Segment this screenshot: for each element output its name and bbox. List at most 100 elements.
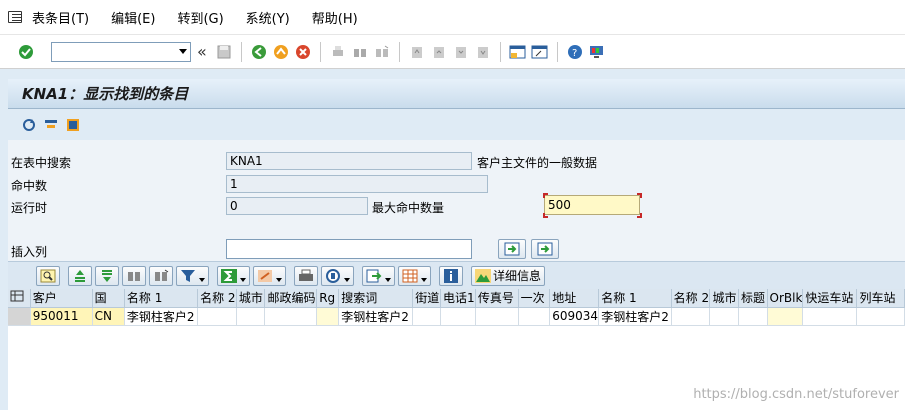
table-header-row: 客户 国 名称 1 名称 2 城市 邮政编码 Rg 搜索词 街道 电话1 传真号…	[8, 289, 905, 308]
table-cell[interactable]	[316, 307, 340, 326]
layout-button[interactable]	[398, 265, 431, 286]
menu-item-goto[interactable]: 转到(G)	[177, 8, 223, 27]
selection-criteria-icon[interactable]	[41, 115, 61, 135]
cancel-icon[interactable]	[293, 42, 313, 62]
table-cell[interactable]	[412, 307, 441, 326]
table-row[interactable]: 950011 CN 李钢柱客户2 李钢柱客户2 609034 李钢柱客户2	[8, 307, 905, 326]
export-button[interactable]	[362, 265, 395, 286]
total-button[interactable]	[217, 265, 250, 286]
column-header[interactable]: 客户	[30, 289, 93, 308]
detail-info-button[interactable]: 详细信息	[471, 265, 546, 286]
print-preview-button[interactable]	[294, 265, 318, 286]
column-header[interactable]: 电话1	[440, 289, 476, 308]
table-cell[interactable]	[475, 307, 519, 326]
filter-button[interactable]	[176, 265, 209, 286]
table-cell[interactable]	[518, 307, 551, 326]
menu-icon[interactable]	[8, 11, 22, 23]
mountain-icon	[475, 268, 491, 283]
column-header[interactable]: 搜索词	[338, 289, 414, 308]
table-cell[interactable]: 950011	[30, 307, 93, 326]
refresh-icon[interactable]	[19, 115, 39, 135]
column-header[interactable]: 地址	[549, 289, 600, 308]
next-page-icon[interactable]	[451, 42, 471, 62]
previous-page-icon[interactable]	[429, 42, 449, 62]
max-hits-input[interactable]: 500	[544, 195, 640, 215]
insert-column-input[interactable]	[226, 239, 472, 259]
table-cell[interactable]: 609034	[549, 307, 600, 326]
column-header[interactable]: 名称 2	[671, 289, 711, 308]
table-cell[interactable]	[767, 307, 804, 326]
select-all-header[interactable]	[8, 289, 31, 308]
views-button[interactable]	[321, 265, 354, 286]
table-cell[interactable]	[856, 307, 905, 326]
column-header[interactable]: 传真号	[475, 289, 519, 308]
insert-column-end-button[interactable]	[531, 239, 559, 259]
column-header[interactable]: 城市	[236, 289, 266, 308]
chevron-down-icon[interactable]	[179, 49, 187, 54]
column-header[interactable]: 快运车站	[802, 289, 858, 308]
double-chevron-left-icon[interactable]: «	[197, 42, 207, 61]
column-header[interactable]: 标题	[738, 289, 768, 308]
table-cell[interactable]	[264, 307, 318, 326]
column-header[interactable]: 名称 1	[124, 289, 199, 308]
binoculars-icon	[128, 271, 140, 281]
column-header[interactable]: 街道	[412, 289, 441, 308]
detail-info-label: 详细信息	[493, 269, 542, 283]
table-cell[interactable]	[671, 307, 711, 326]
layout-grid-icon	[402, 269, 418, 282]
column-header[interactable]: OrBlk	[767, 289, 804, 308]
details-view-button[interactable]	[36, 265, 60, 286]
menu-item-edit[interactable]: 编辑(E)	[111, 8, 155, 27]
table-cell[interactable]	[709, 307, 739, 326]
table-cell[interactable]: 李钢柱客户2	[338, 307, 414, 326]
column-header[interactable]: Rg	[316, 289, 340, 308]
column-header[interactable]: 一次	[518, 289, 551, 308]
subtotal-button[interactable]	[253, 265, 286, 286]
back-icon[interactable]	[249, 42, 269, 62]
table-cell[interactable]	[802, 307, 858, 326]
table-cell[interactable]: CN	[92, 307, 125, 326]
row-selector[interactable]	[8, 307, 31, 326]
command-field[interactable]	[51, 41, 191, 62]
number-of-entries-icon[interactable]	[63, 115, 83, 135]
watermark: https://blog.csdn.net/stuforever	[693, 387, 899, 402]
table-cell[interactable]: 李钢柱客户2	[598, 307, 672, 326]
insert-column-button[interactable]	[498, 239, 526, 259]
information-button[interactable]	[439, 265, 463, 286]
sort-ascending-button[interactable]	[68, 265, 92, 286]
menu-bar: 表条目(T) 编辑(E) 转到(G) 系统(Y) 帮助(H)	[0, 0, 905, 35]
exit-icon[interactable]	[271, 42, 291, 62]
menu-item-system[interactable]: 系统(Y)	[246, 8, 290, 27]
new-session-icon[interactable]	[508, 42, 528, 62]
print-icon[interactable]	[328, 42, 348, 62]
column-header[interactable]: 名称 1	[598, 289, 672, 308]
find-icon[interactable]	[350, 42, 370, 62]
chevron-down-icon	[240, 277, 246, 282]
find-next-icon[interactable]	[372, 42, 392, 62]
column-header[interactable]: 城市	[709, 289, 739, 308]
table-cell[interactable]: 李钢柱客户2	[124, 307, 199, 326]
find-next-button[interactable]	[149, 265, 173, 286]
find-button[interactable]	[122, 265, 146, 286]
search-table-field: KNA1	[226, 152, 472, 170]
column-header[interactable]: 列车站	[856, 289, 905, 308]
last-page-icon[interactable]	[473, 42, 493, 62]
create-shortcut-icon[interactable]	[530, 42, 550, 62]
first-page-icon[interactable]	[407, 42, 427, 62]
table-cell[interactable]	[440, 307, 476, 326]
menu-item-table-entry[interactable]: 表条目(T)	[32, 8, 89, 27]
save-icon[interactable]	[214, 42, 234, 62]
runtime-field: 0	[226, 197, 368, 215]
sort-descending-button[interactable]	[95, 265, 119, 286]
menu-item-help[interactable]: 帮助(H)	[312, 8, 358, 27]
column-header[interactable]: 邮政编码	[264, 289, 318, 308]
table-cell[interactable]	[197, 307, 237, 326]
enter-check-icon[interactable]	[16, 42, 36, 62]
table-cell[interactable]	[236, 307, 266, 326]
page-title-bar: KNA1：显示找到的条目	[8, 79, 905, 109]
help-icon[interactable]: ?	[565, 42, 585, 62]
column-header[interactable]: 名称 2	[197, 289, 237, 308]
customize-layout-icon[interactable]	[587, 42, 607, 62]
column-header[interactable]: 国	[92, 289, 125, 308]
table-cell[interactable]	[738, 307, 768, 326]
